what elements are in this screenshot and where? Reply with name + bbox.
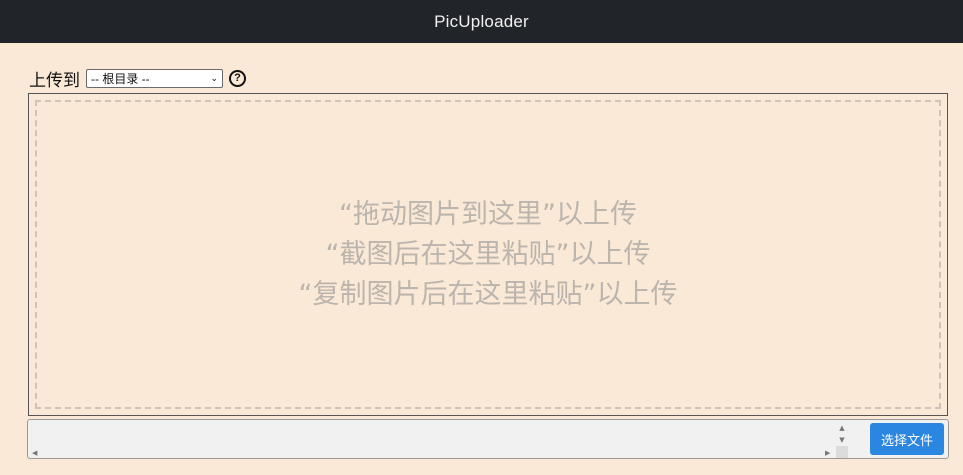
scroll-up-icon[interactable]: ▲ bbox=[837, 422, 847, 434]
file-input-bar: ▲ ▼ ◀ ▶ 选择文件 bbox=[27, 419, 949, 459]
chevron-down-icon: ⌄ bbox=[210, 72, 218, 83]
drop-hint-drag: “拖动图片到这里”以上传 bbox=[339, 198, 637, 230]
help-icon[interactable]: ? bbox=[229, 69, 246, 87]
scroll-left-icon[interactable]: ◀ bbox=[32, 449, 37, 457]
scroll-right-icon[interactable]: ▶ bbox=[825, 449, 830, 457]
drop-hint-copy-paste: “复制图片后在这里粘贴”以上传 bbox=[298, 278, 678, 310]
file-path-textarea[interactable] bbox=[28, 420, 948, 458]
drop-zone-dashed-area[interactable]: “拖动图片到这里”以上传 “截图后在这里粘贴”以上传 “复制图片后在这里粘贴”以… bbox=[35, 100, 941, 409]
app-title: PicUploader bbox=[434, 11, 529, 31]
top-navbar: PicUploader bbox=[0, 0, 963, 43]
directory-select-value: -- 根目录 -- bbox=[91, 71, 150, 86]
resize-corner[interactable] bbox=[836, 446, 848, 458]
drop-zone[interactable]: “拖动图片到这里”以上传 “截图后在这里粘贴”以上传 “复制图片后在这里粘贴”以… bbox=[28, 93, 948, 416]
drop-hint-screenshot-paste: “截图后在这里粘贴”以上传 bbox=[325, 238, 651, 270]
scroll-down-icon[interactable]: ▼ bbox=[837, 434, 847, 446]
upload-target-row: 上传到 -- 根目录 -- ⌄ ? bbox=[29, 66, 246, 91]
vertical-scrollbar[interactable]: ▲ ▼ bbox=[837, 422, 847, 446]
upload-to-label: 上传到 bbox=[29, 70, 80, 91]
directory-select[interactable]: -- 根目录 -- ⌄ bbox=[86, 68, 223, 88]
choose-file-button[interactable]: 选择文件 bbox=[870, 423, 944, 455]
